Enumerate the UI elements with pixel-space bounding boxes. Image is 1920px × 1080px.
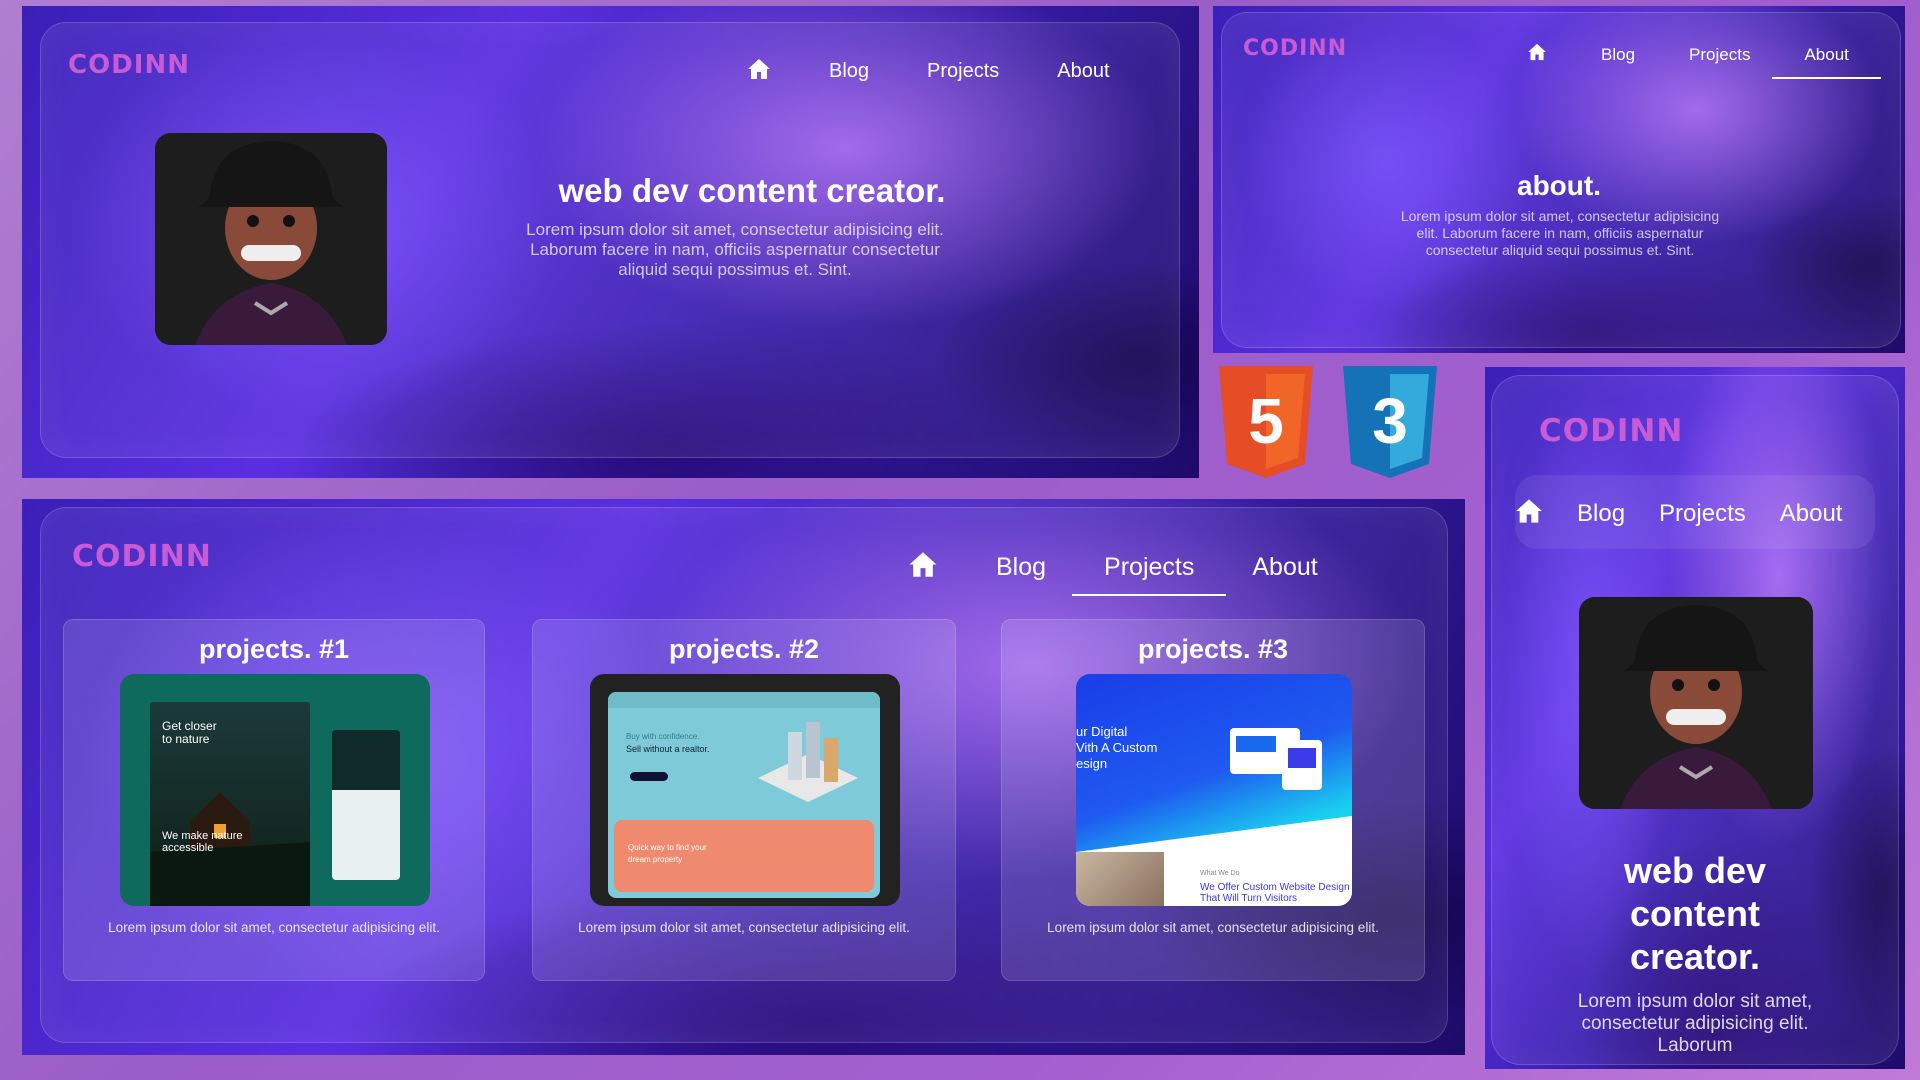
- thumb-tagline: We make nature accessible: [162, 830, 243, 854]
- thumb-heading-3: esign: [1076, 756, 1108, 771]
- home-icon[interactable]: [747, 58, 771, 85]
- thumb-heading: Sell without a realtor.: [626, 744, 710, 754]
- thumb-kicker: Buy with confidence.: [626, 732, 700, 741]
- logo[interactable]: CODINN: [1243, 36, 1347, 61]
- thumb-banner: Quick way to find your dream property: [628, 843, 707, 864]
- nav-projects[interactable]: Projects: [927, 60, 999, 83]
- projects-screenshot: CODINN Blog Projects About projects. #1 …: [22, 499, 1465, 1055]
- project-title: projects. #1: [198, 634, 350, 664]
- project-card[interactable]: projects. #1 Get closer to nature We mak…: [63, 619, 485, 981]
- nav-blog[interactable]: Blog: [1577, 500, 1625, 528]
- thumb-sub-kicker: What We Do: [1200, 870, 1240, 877]
- nav-projects[interactable]: Projects: [1689, 45, 1750, 65]
- logo[interactable]: CODINN: [72, 539, 212, 574]
- nav-blog[interactable]: Blog: [1601, 45, 1635, 65]
- nav-about[interactable]: About: [1772, 45, 1882, 79]
- home-icon[interactable]: [908, 551, 938, 583]
- hero-screenshot: CODINN Blog Projects About web dev conte…: [22, 6, 1199, 478]
- nav-blog[interactable]: Blog: [996, 553, 1046, 582]
- project-thumbnail[interactable]: ur Digital Vith A Custom esign What We D…: [1076, 674, 1352, 906]
- nav-projects[interactable]: Projects: [1071, 553, 1227, 596]
- mobile-text: Lorem ipsum dolor sit amet, consectetur …: [1577, 991, 1813, 1056]
- avatar: [1579, 597, 1813, 809]
- about-title: about.: [1517, 170, 1601, 201]
- top-nav: Blog Projects About: [908, 551, 1318, 596]
- project-text: Lorem ipsum dolor sit amet, consectetur …: [1047, 920, 1379, 935]
- thumb-heading-1: ur Digital: [1076, 724, 1128, 739]
- nav-about[interactable]: About: [1780, 500, 1843, 528]
- mobile-screenshot: CODINN Blog Projects About web dev conte…: [1485, 367, 1905, 1069]
- about-screenshot: CODINN Blog Projects About about. Lorem …: [1213, 6, 1905, 353]
- project-text: Lorem ipsum dolor sit amet, consectetur …: [108, 920, 440, 935]
- hero-title: web dev content creator.: [558, 172, 946, 209]
- project-title: projects. #3: [1137, 634, 1289, 664]
- nav-about[interactable]: About: [1252, 553, 1317, 582]
- html5-icon: 5: [1215, 366, 1317, 482]
- project-title: projects. #2: [668, 634, 820, 664]
- project-card[interactable]: projects. #2 Buy with confidence. Sell w…: [532, 619, 956, 981]
- logo[interactable]: CODINN: [1539, 413, 1683, 449]
- project-text: Lorem ipsum dolor sit amet, consectetur …: [578, 920, 910, 935]
- thumb-heading-2: Vith A Custom: [1076, 740, 1158, 755]
- home-icon[interactable]: [1515, 498, 1543, 529]
- project-thumbnail[interactable]: Buy with confidence. Sell without a real…: [590, 674, 900, 906]
- nav-projects[interactable]: Projects: [1659, 500, 1746, 528]
- logo[interactable]: CODINN: [68, 50, 190, 80]
- project-thumbnail[interactable]: Get closer to nature We make nature acce…: [120, 674, 430, 906]
- html5-digit: 5: [1248, 385, 1284, 457]
- css3-digit: 3: [1372, 385, 1408, 457]
- top-nav: Blog Projects About: [1527, 43, 1882, 79]
- nav-about[interactable]: About: [1057, 60, 1109, 83]
- top-nav: Blog Projects About: [1515, 498, 1842, 529]
- project-card[interactable]: projects. #3 ur Digital Vith A Custom es…: [1001, 619, 1425, 981]
- avatar: [155, 133, 387, 345]
- hero-text: Lorem ipsum dolor sit amet, consectetur …: [526, 220, 944, 279]
- mobile-title: web dev content creator.: [1623, 850, 1767, 977]
- nav-blog[interactable]: Blog: [829, 60, 869, 83]
- thumb-subheading: We Offer Custom Website Design That Will…: [1200, 882, 1350, 904]
- top-nav: Blog Projects About: [747, 58, 1110, 85]
- about-text: Lorem ipsum dolor sit amet, consectetur …: [1400, 208, 1720, 258]
- home-icon[interactable]: [1527, 43, 1547, 66]
- css3-icon: 3: [1339, 366, 1441, 482]
